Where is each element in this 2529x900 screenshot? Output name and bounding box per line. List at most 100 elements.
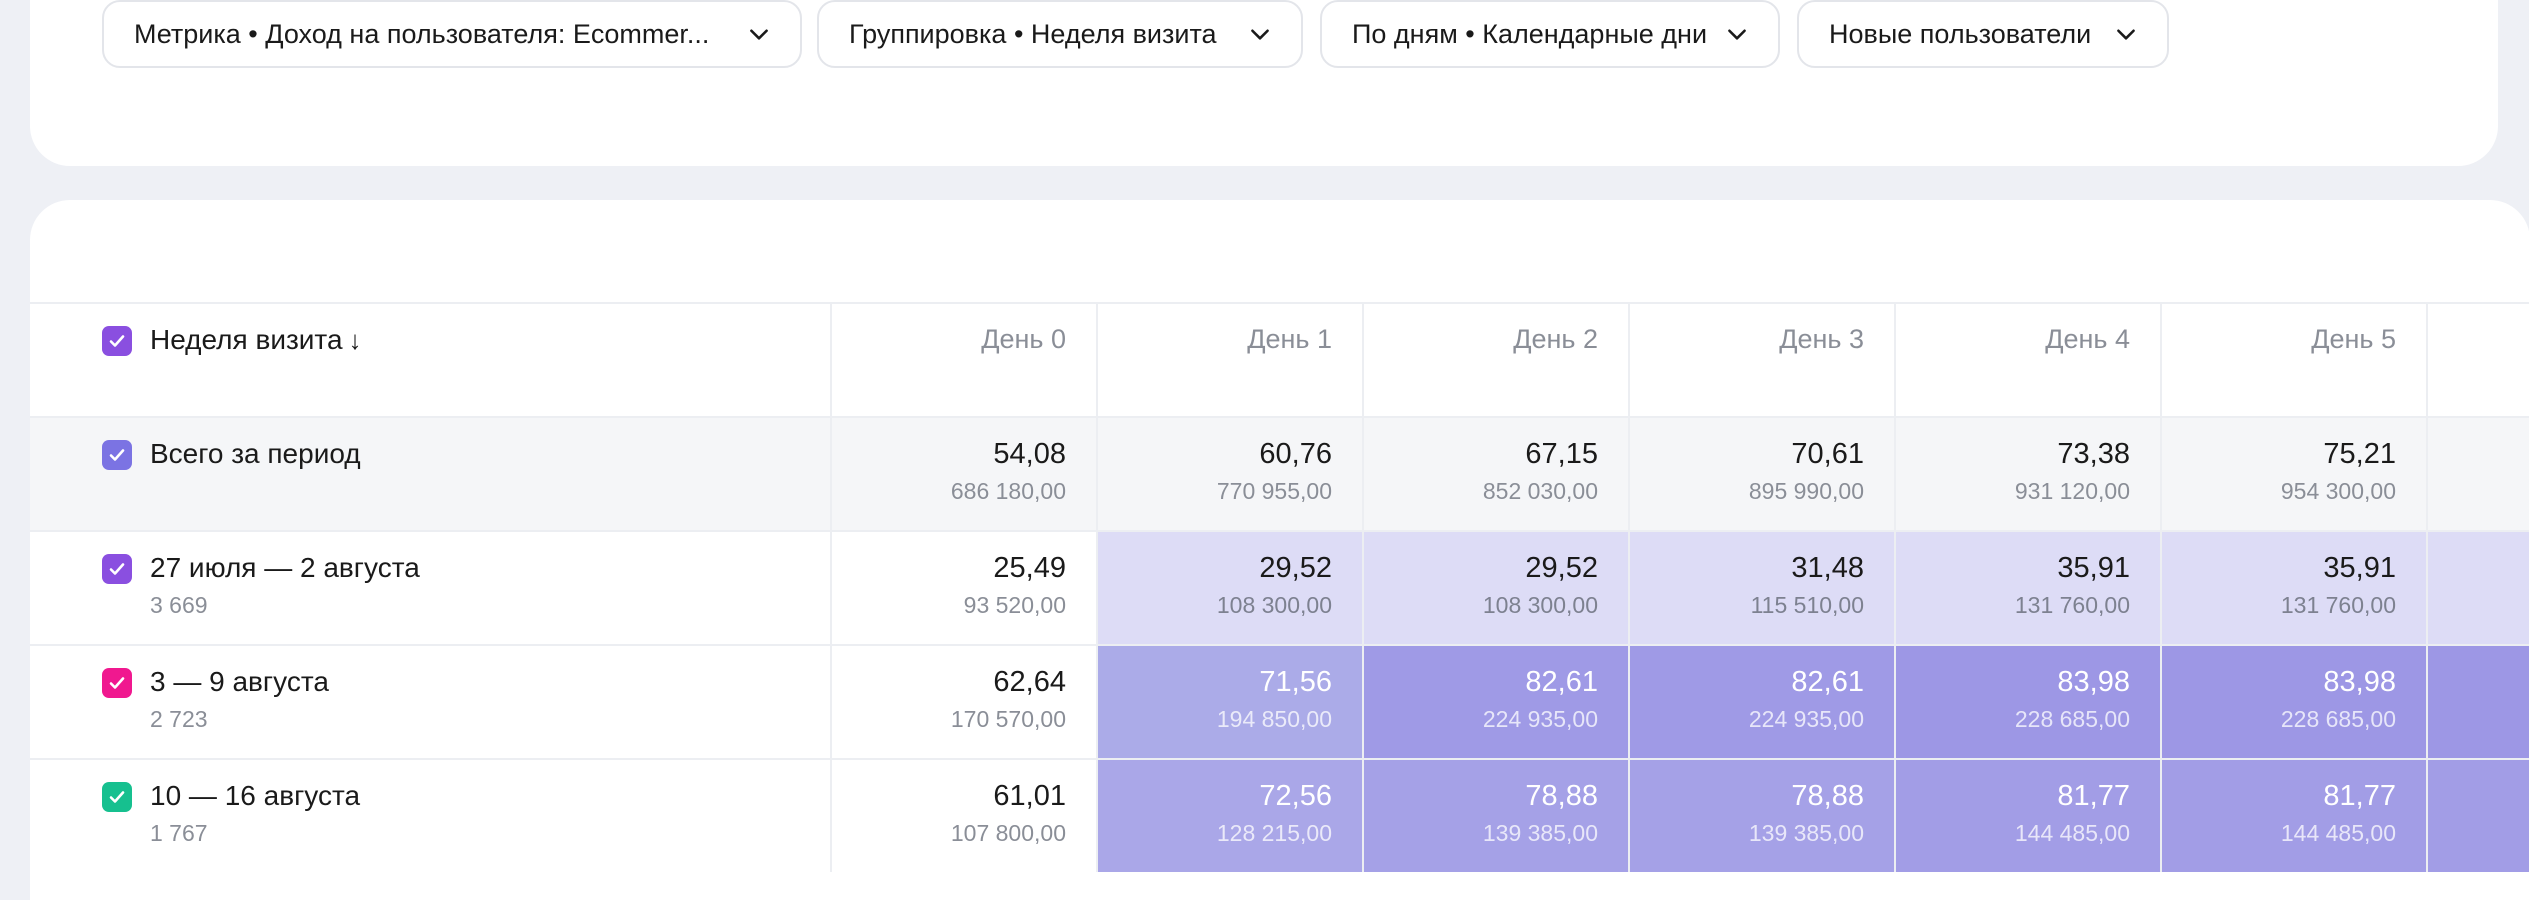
cell-value: 31,48 xyxy=(1791,552,1864,584)
table-cell: 75,21 954 300,00 xyxy=(2160,418,2426,530)
table-cell: 83,98 228 685,00 xyxy=(1894,646,2160,758)
row-label: 27 июля — 2 августа xyxy=(150,552,420,583)
table-cell-overflow xyxy=(2426,760,2529,872)
table-cell: 71,56 194 850,00 xyxy=(1096,646,1362,758)
cell-value: 70,61 xyxy=(1791,438,1864,470)
chevron-down-icon xyxy=(2117,29,2135,40)
cell-subvalue: 131 760,00 xyxy=(2280,592,2396,618)
cell-value: 82,61 xyxy=(1791,666,1864,698)
column-header-day3[interactable]: День 3 xyxy=(1628,304,1894,416)
cell-subvalue: 852 030,00 xyxy=(1482,478,1598,504)
table-row-total: Всего за период 54,08 686 180,00 60,76 770… xyxy=(30,416,2529,530)
period-filter[interactable]: По дням • Календарные дни xyxy=(1320,0,1780,68)
column-header-day4[interactable]: День 4 xyxy=(1894,304,2160,416)
table-row: 27 июля — 2 августа 3 669 25,49 93 520,00… xyxy=(30,530,2529,644)
column-title: День 0 xyxy=(981,324,1066,354)
table-cell: 73,38 931 120,00 xyxy=(1894,418,2160,530)
cell-subvalue: 895 990,00 xyxy=(1748,478,1864,504)
users-filter[interactable]: Новые пользователи xyxy=(1797,0,2169,68)
cell-subvalue: 170 570,00 xyxy=(950,706,1066,732)
cell-value: 60,76 xyxy=(1259,438,1332,470)
cell-subvalue: 770 955,00 xyxy=(1216,478,1332,504)
row-label: 10 — 16 августа xyxy=(150,780,361,811)
row-checkbox[interactable] xyxy=(102,554,132,584)
table-cell-overflow xyxy=(2426,418,2529,530)
header-checkbox[interactable] xyxy=(102,326,132,356)
period-filter-label: По дням • Календарные дни xyxy=(1352,18,1706,49)
check-icon xyxy=(109,791,125,803)
cohort-table-panel: Неделя визита ↓ День 0 День 1 День 2 День… xyxy=(30,200,2529,900)
column-title: День 3 xyxy=(1779,324,1864,354)
cell-value: 71,56 xyxy=(1259,666,1332,698)
table-cell: 54,08 686 180,00 xyxy=(830,418,1096,530)
cell-value: 35,91 xyxy=(2323,552,2396,584)
row-user-count: 2 723 xyxy=(150,706,208,732)
cell-value: 62,64 xyxy=(993,666,1066,698)
cell-subvalue: 224 935,00 xyxy=(1482,706,1598,732)
table-cell: 29,52 108 300,00 xyxy=(1096,532,1362,644)
cell-value: 83,98 xyxy=(2057,666,2130,698)
table-cell: 25,49 93 520,00 xyxy=(830,532,1096,644)
check-icon xyxy=(109,449,125,461)
row-label-cell: 10 — 16 августа 1 767 xyxy=(30,760,830,872)
row-label: Всего за период xyxy=(150,438,361,469)
cell-value: 61,01 xyxy=(993,780,1066,812)
check-icon xyxy=(109,335,125,347)
cell-subvalue: 954 300,00 xyxy=(2280,478,2396,504)
row-checkbox[interactable] xyxy=(102,668,132,698)
column-header-overflow xyxy=(2426,304,2529,416)
cell-value: 78,88 xyxy=(1791,780,1864,812)
table-header-row: Неделя визита ↓ День 0 День 1 День 2 День… xyxy=(30,302,2529,416)
row-label: 3 — 9 августа xyxy=(150,666,329,697)
row-label-cell: Всего за период xyxy=(30,418,830,530)
table-row: 10 — 16 августа 1 767 61,01 107 800,00 72… xyxy=(30,758,2529,872)
table-cell: 70,61 895 990,00 xyxy=(1628,418,1894,530)
row-label-cell: 27 июля — 2 августа 3 669 xyxy=(30,532,830,644)
cell-value: 83,98 xyxy=(2323,666,2396,698)
filters-panel: Метрика • Доход на пользователя: Ecommer… xyxy=(30,0,2498,166)
column-header-day5[interactable]: День 5 xyxy=(2160,304,2426,416)
cell-subvalue: 194 850,00 xyxy=(1216,706,1332,732)
cell-value: 67,15 xyxy=(1525,438,1598,470)
row-user-count: 3 669 xyxy=(150,592,208,618)
cell-subvalue: 131 760,00 xyxy=(2014,592,2130,618)
row-label-cell: 3 — 9 августа 2 723 xyxy=(30,646,830,758)
table-cell: 78,88 139 385,00 xyxy=(1362,760,1628,872)
column-title: День 5 xyxy=(2311,324,2396,354)
sort-column-header[interactable]: Неделя визита ↓ xyxy=(150,324,362,356)
table-cell: 72,56 128 215,00 xyxy=(1096,760,1362,872)
table-cell: 61,01 107 800,00 xyxy=(830,760,1096,872)
total-checkbox[interactable] xyxy=(102,440,132,470)
column-title: День 4 xyxy=(2045,324,2130,354)
table-cell: 35,91 131 760,00 xyxy=(2160,532,2426,644)
column-header-day2[interactable]: День 2 xyxy=(1362,304,1628,416)
table-cell: 78,88 139 385,00 xyxy=(1628,760,1894,872)
row-checkbox[interactable] xyxy=(102,782,132,812)
cell-subvalue: 931 120,00 xyxy=(2014,478,2130,504)
table-cell: 67,15 852 030,00 xyxy=(1362,418,1628,530)
cell-value: 78,88 xyxy=(1525,780,1598,812)
cell-value: 29,52 xyxy=(1259,552,1332,584)
cell-subvalue: 115 510,00 xyxy=(1750,592,1864,618)
cell-subvalue: 686 180,00 xyxy=(950,478,1066,504)
cell-value: 81,77 xyxy=(2057,780,2130,812)
metric-filter-label: Метрика • Доход на пользователя: Ecommer… xyxy=(134,18,710,49)
chevron-down-icon xyxy=(1728,29,1746,40)
cell-value: 25,49 xyxy=(993,552,1066,584)
check-icon xyxy=(109,563,125,575)
table-row: 3 — 9 августа 2 723 62,64 170 570,00 71,5… xyxy=(30,644,2529,758)
table-cell: 83,98 228 685,00 xyxy=(2160,646,2426,758)
table-cell: 29,52 108 300,00 xyxy=(1362,532,1628,644)
table-cell: 60,76 770 955,00 xyxy=(1096,418,1362,530)
cell-value: 75,21 xyxy=(2323,438,2396,470)
column-header-label: Неделя визита xyxy=(150,324,343,355)
sort-arrow-icon: ↓ xyxy=(348,325,362,355)
metric-filter[interactable]: Метрика • Доход на пользователя: Ecommer… xyxy=(102,0,802,68)
grouping-filter[interactable]: Группировка • Неделя визита xyxy=(817,0,1303,68)
table-cell: 35,91 131 760,00 xyxy=(1894,532,2160,644)
column-header-day1[interactable]: День 1 xyxy=(1096,304,1362,416)
column-header-day0[interactable]: День 0 xyxy=(830,304,1096,416)
cell-value: 82,61 xyxy=(1525,666,1598,698)
users-filter-label: Новые пользователи xyxy=(1829,18,2092,49)
cell-value: 72,56 xyxy=(1259,780,1332,812)
